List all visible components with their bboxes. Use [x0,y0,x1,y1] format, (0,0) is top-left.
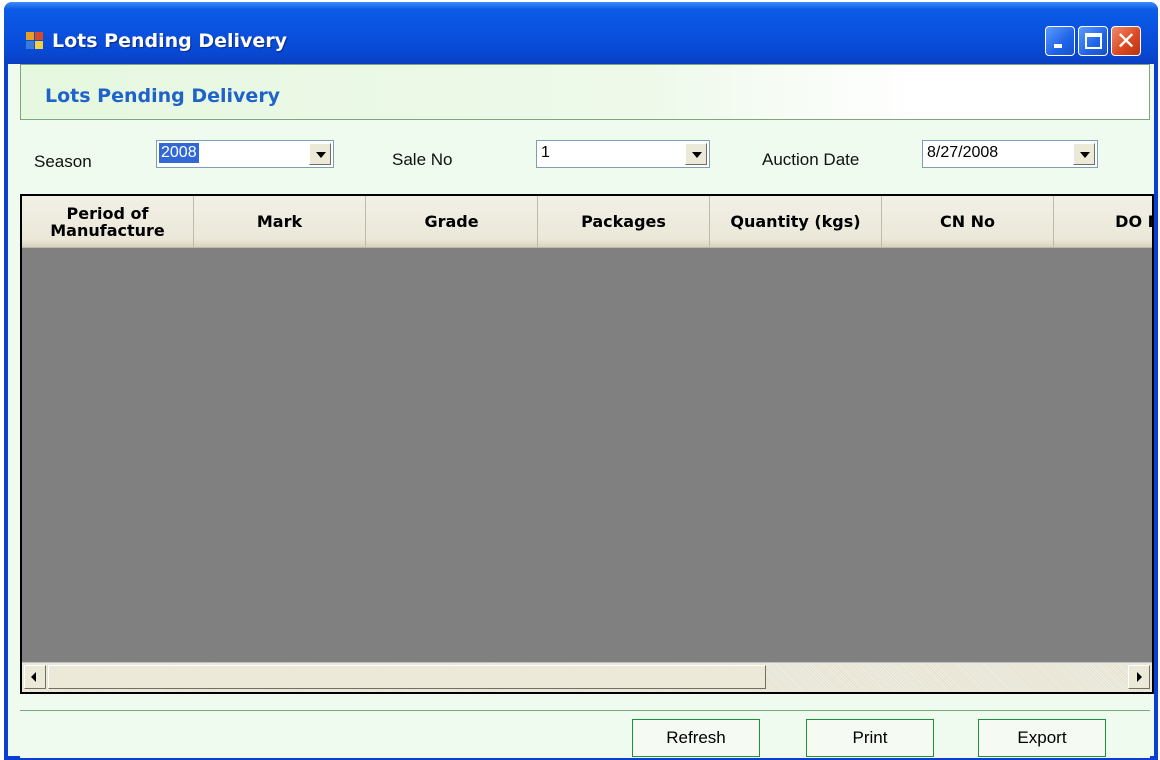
chevron-down-icon[interactable] [1073,143,1095,165]
window-title: Lots Pending Delivery [52,30,288,52]
column-header-mark[interactable]: Mark [194,196,366,248]
scroll-left-icon[interactable] [24,665,46,689]
chevron-down-icon[interactable] [685,143,707,165]
maximize-button[interactable] [1078,26,1108,56]
auction-date-value: 8/27/2008 [927,144,999,161]
scroll-right-icon[interactable] [1128,665,1150,689]
footer-bar: Refresh Print Export [20,710,1150,758]
season-value: 2008 [159,143,199,163]
auction-date-label: Auction Date [762,150,860,169]
column-header-do-no[interactable]: DO N [1054,196,1152,248]
close-icon: ✕ [1115,27,1137,55]
column-header-grade[interactable]: Grade [366,196,538,248]
auction-date-select[interactable]: 8/27/2008 [922,140,1098,168]
column-header-period-of-manufacture[interactable]: Period of Manufacture [22,196,194,248]
title-bar[interactable]: Lots Pending Delivery ✕ [4,2,1158,64]
column-header-quantity[interactable]: Quantity (kgs) [710,196,882,248]
season-select[interactable]: 2008 [156,140,334,168]
column-header-cn-no[interactable]: CN No [882,196,1054,248]
export-button[interactable]: Export [978,719,1106,757]
column-header-packages[interactable]: Packages [538,196,710,248]
horizontal-scrollbar[interactable] [22,662,1152,692]
page-title: Lots Pending Delivery [45,85,281,107]
lots-grid[interactable]: Period of Manufacture Mark Grade Package… [20,194,1154,694]
chevron-down-icon[interactable] [309,143,331,165]
maximize-icon [1085,33,1102,49]
grid-header: Period of Manufacture Mark Grade Package… [22,196,1152,248]
sale-no-label: Sale No [392,150,453,169]
grid-body[interactable] [22,248,1152,662]
close-button[interactable]: ✕ [1111,26,1141,56]
sale-no-value: 1 [541,144,550,161]
scrollbar-thumb[interactable] [48,665,766,689]
app-window: Lots Pending Delivery ✕ Lots Pending Del… [4,2,1158,760]
filter-bar: Season 2008 Sale No 1 Auction Date 8/27/… [20,126,1150,188]
refresh-button[interactable]: Refresh [632,719,760,757]
sale-no-select[interactable]: 1 [536,140,710,168]
print-button[interactable]: Print [806,719,934,757]
header-banner: Lots Pending Delivery [20,64,1150,120]
season-label: Season [34,152,92,171]
minimize-icon [1054,44,1062,48]
app-icon [26,32,44,50]
minimize-button[interactable] [1045,26,1075,56]
